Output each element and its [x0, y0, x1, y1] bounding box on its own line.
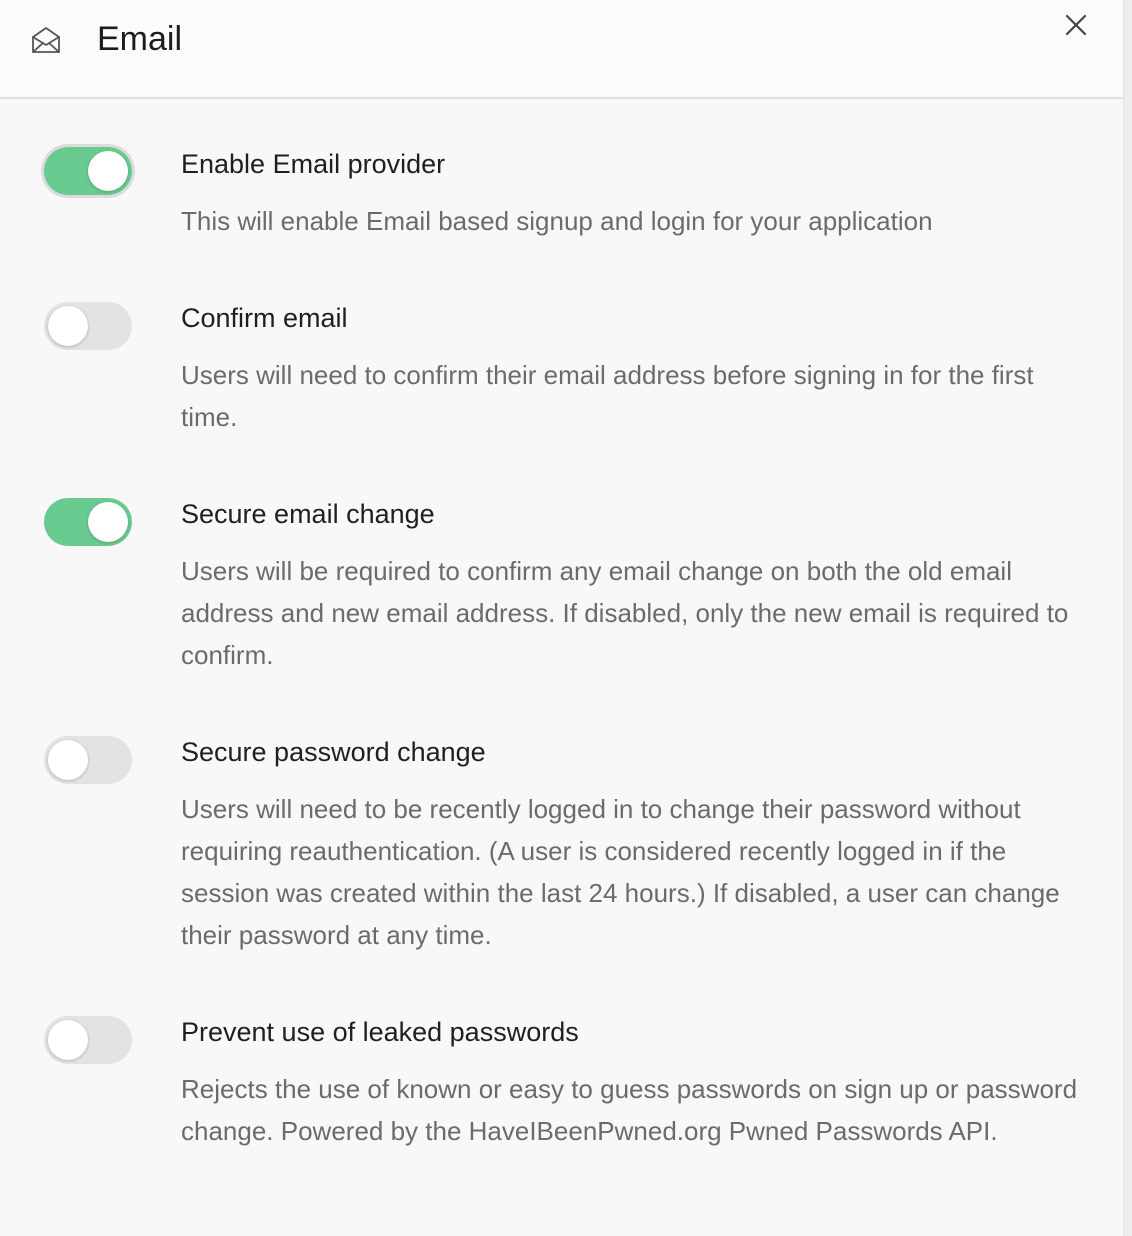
enable-email-provider-toggle[interactable]	[44, 147, 132, 195]
secure-email-change-toggle[interactable]	[44, 498, 132, 546]
prevent-leaked-passwords-toggle[interactable]	[44, 1016, 132, 1064]
close-icon	[1065, 14, 1087, 41]
toggle-knob	[48, 1020, 88, 1060]
setting-title: Confirm email	[181, 303, 348, 333]
setting-description: Users will be required to confirm any em…	[181, 556, 1069, 670]
panel-title: Email	[97, 20, 183, 58]
envelope-open-icon	[30, 24, 62, 56]
setting-description: Users will need to be recently logged in…	[181, 794, 1060, 950]
toggle-knob	[48, 740, 88, 780]
confirm-email-toggle[interactable]	[44, 302, 132, 350]
setting-title: Enable Email provider	[181, 149, 446, 179]
close-button[interactable]	[1060, 11, 1092, 43]
toggle-knob	[48, 306, 88, 346]
setting-title: Prevent use of leaked passwords	[181, 1017, 579, 1047]
toggle-knob	[88, 502, 128, 542]
email-settings-panel: Email Enable Email provider This will en…	[0, 0, 1124, 1236]
setting-title: Secure email change	[181, 499, 435, 529]
setting-title: Secure password change	[181, 737, 486, 767]
setting-description: Rejects the use of known or easy to gues…	[181, 1074, 1078, 1146]
setting-description: This will enable Email based signup and …	[181, 206, 933, 236]
toggle-knob	[88, 151, 128, 191]
setting-description: Users will need to confirm their email a…	[181, 360, 1034, 432]
secure-password-change-toggle[interactable]	[44, 736, 132, 784]
panel-header: Email	[0, 0, 1123, 99]
